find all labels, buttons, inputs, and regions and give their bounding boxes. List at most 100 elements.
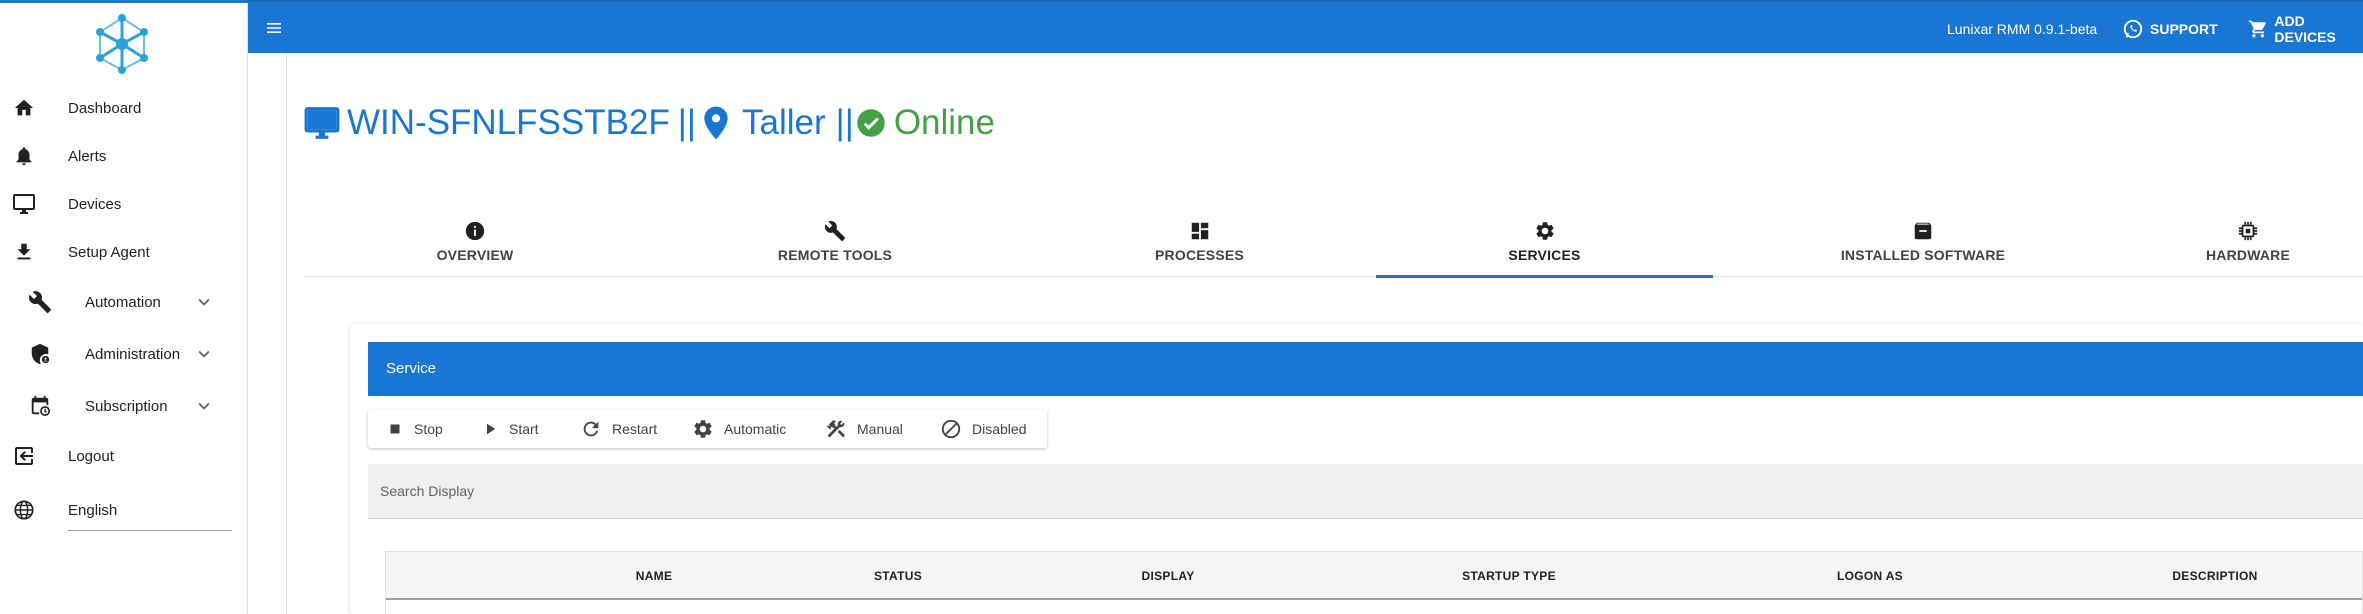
chip-icon xyxy=(2236,219,2260,243)
column-header-startup-type[interactable]: STARTUP TYPE xyxy=(1462,569,1556,583)
sidebar-item-automation[interactable]: Automation xyxy=(0,282,248,322)
sidebar-item-administration[interactable]: Administration xyxy=(0,334,248,374)
automatic-label: Automatic xyxy=(724,421,787,437)
chevron-down-icon[interactable] xyxy=(193,395,215,417)
sidebar-item-subscription[interactable]: Subscription xyxy=(0,386,248,426)
sidebar-item-label: Dashboard xyxy=(68,99,142,117)
sidebar-item-label: Administration xyxy=(85,345,181,363)
sidebar-top-accent xyxy=(0,0,248,3)
calendar-clock-icon xyxy=(28,394,52,418)
title-separator: || xyxy=(835,103,854,142)
title-separator: || xyxy=(677,103,696,142)
add-devices-button[interactable]: ADD DEVICES xyxy=(2248,13,2363,45)
sidebar-item-label: Alerts xyxy=(68,147,107,165)
archive-icon xyxy=(1911,219,1935,243)
tab-label: OVERVIEW xyxy=(436,247,514,263)
gear-icon xyxy=(694,420,712,438)
sidebar-item-devices[interactable]: Devices xyxy=(0,184,248,224)
tab-remote-tools[interactable]: REMOTE TOOLS xyxy=(647,205,1023,277)
tab-label: HARDWARE xyxy=(2205,247,2291,263)
manual-label: Manual xyxy=(857,421,903,437)
column-header-name[interactable]: NAME xyxy=(636,569,673,583)
language-selector[interactable]: English xyxy=(0,490,248,530)
device-status: Online xyxy=(893,103,995,142)
table-header: NAME STATUS DISPLAY STARTUP TYPE LOGON A… xyxy=(386,552,2362,600)
restart-button[interactable]: Restart xyxy=(580,410,657,448)
sidebar-item-alerts[interactable]: Alerts xyxy=(0,136,248,176)
wrench-icon xyxy=(28,290,52,314)
app-version: Lunixar RMM 0.9.1-beta xyxy=(1947,21,2098,37)
chevron-down-icon[interactable] xyxy=(193,343,215,365)
language-underline xyxy=(68,530,232,531)
support-label: SUPPORT xyxy=(2150,21,2218,37)
column-header-status[interactable]: STATUS xyxy=(874,569,922,583)
manual-button[interactable]: Manual xyxy=(825,410,903,448)
check-circle-icon xyxy=(856,108,886,138)
refresh-icon xyxy=(583,421,599,437)
start-label: Start xyxy=(509,421,539,437)
disabled-button[interactable]: Disabled xyxy=(940,410,1026,448)
services-table: NAME STATUS DISPLAY STARTUP TYPE LOGON A… xyxy=(385,551,2363,614)
monitor-icon xyxy=(303,104,341,142)
device-tabs: OVERVIEW REMOTE TOOLS PROCESSES SERVICES… xyxy=(303,205,2363,278)
tab-label: INSTALLED SOFTWARE xyxy=(1840,247,2006,263)
device-location: Taller xyxy=(741,103,826,142)
start-button[interactable]: Start xyxy=(481,410,539,448)
restart-label: Restart xyxy=(612,421,658,437)
column-header-display[interactable]: DISPLAY xyxy=(1141,569,1194,583)
tab-label: SERVICES xyxy=(1508,247,1581,263)
tab-overview[interactable]: OVERVIEW xyxy=(303,205,647,277)
language-label: English xyxy=(68,501,118,519)
home-icon xyxy=(12,96,36,120)
gear-icon xyxy=(1533,219,1557,243)
tab-installed-software[interactable]: INSTALLED SOFTWARE xyxy=(1713,205,2133,277)
app-bar: Lunixar RMM 0.9.1-beta SUPPORT ADD DEVIC… xyxy=(248,0,2363,53)
support-button[interactable]: SUPPORT xyxy=(2122,16,2218,42)
tools-icon xyxy=(826,420,846,438)
location-pin-icon xyxy=(702,105,730,141)
sidebar-item-dashboard[interactable]: Dashboard xyxy=(0,88,248,128)
disabled-label: Disabled xyxy=(972,421,1027,437)
stop-icon xyxy=(390,424,400,434)
automatic-button[interactable]: Automatic xyxy=(692,410,786,448)
tab-label: REMOTE TOOLS xyxy=(777,247,893,263)
column-header-description[interactable]: DESCRIPTION xyxy=(2172,569,2257,583)
service-actions-toolbar: Stop Start Restart Automatic Manual Disa… xyxy=(368,410,1047,448)
admin-shield-icon xyxy=(28,342,52,366)
sidebar-item-label: Subscription xyxy=(85,397,168,415)
sidebar-item-label: Logout xyxy=(68,447,114,465)
globe-icon xyxy=(12,498,36,522)
column-header-logon-as[interactable]: LOGON AS xyxy=(1837,569,1903,583)
molecule-hub-icon[interactable] xyxy=(88,10,156,78)
stop-button[interactable]: Stop xyxy=(386,410,443,448)
tab-hardware[interactable]: HARDWARE xyxy=(2133,205,2363,277)
sidebar-item-logout[interactable]: Logout xyxy=(0,436,248,476)
play-icon xyxy=(487,423,496,435)
services-card-header: Service xyxy=(368,342,2363,396)
hamburger-menu-icon[interactable] xyxy=(262,16,286,40)
chevron-down-icon[interactable] xyxy=(193,291,215,313)
sidebar-item-label: Setup Agent xyxy=(68,243,150,261)
block-icon xyxy=(941,419,961,439)
tab-label: PROCESSES xyxy=(1155,247,1244,263)
monitor-icon xyxy=(12,192,36,216)
tab-processes[interactable]: PROCESSES xyxy=(1023,205,1376,277)
sidebar-item-setup-agent[interactable]: Setup Agent xyxy=(0,232,248,272)
card-title: Service xyxy=(386,360,437,377)
device-hostname: WIN-SFNLFSSTB2F xyxy=(347,103,670,142)
content-divider xyxy=(286,53,287,614)
device-header: WIN-SFNLFSSTB2F || Taller || Online xyxy=(303,98,995,148)
logout-icon xyxy=(12,444,36,468)
whatsapp-icon xyxy=(2123,19,2143,39)
bell-icon xyxy=(12,144,36,168)
search-field xyxy=(368,464,2363,519)
sidebar: Dashboard Alerts Devices Setup Agent Aut… xyxy=(0,0,248,614)
wrench-icon xyxy=(823,219,847,243)
info-icon xyxy=(463,219,487,243)
dashboard-icon xyxy=(1188,219,1212,243)
search-input[interactable] xyxy=(368,464,2363,518)
sidebar-item-label: Devices xyxy=(68,195,122,213)
stop-label: Stop xyxy=(414,421,443,437)
cart-icon xyxy=(2248,20,2266,38)
tab-services[interactable]: SERVICES xyxy=(1376,205,1713,277)
